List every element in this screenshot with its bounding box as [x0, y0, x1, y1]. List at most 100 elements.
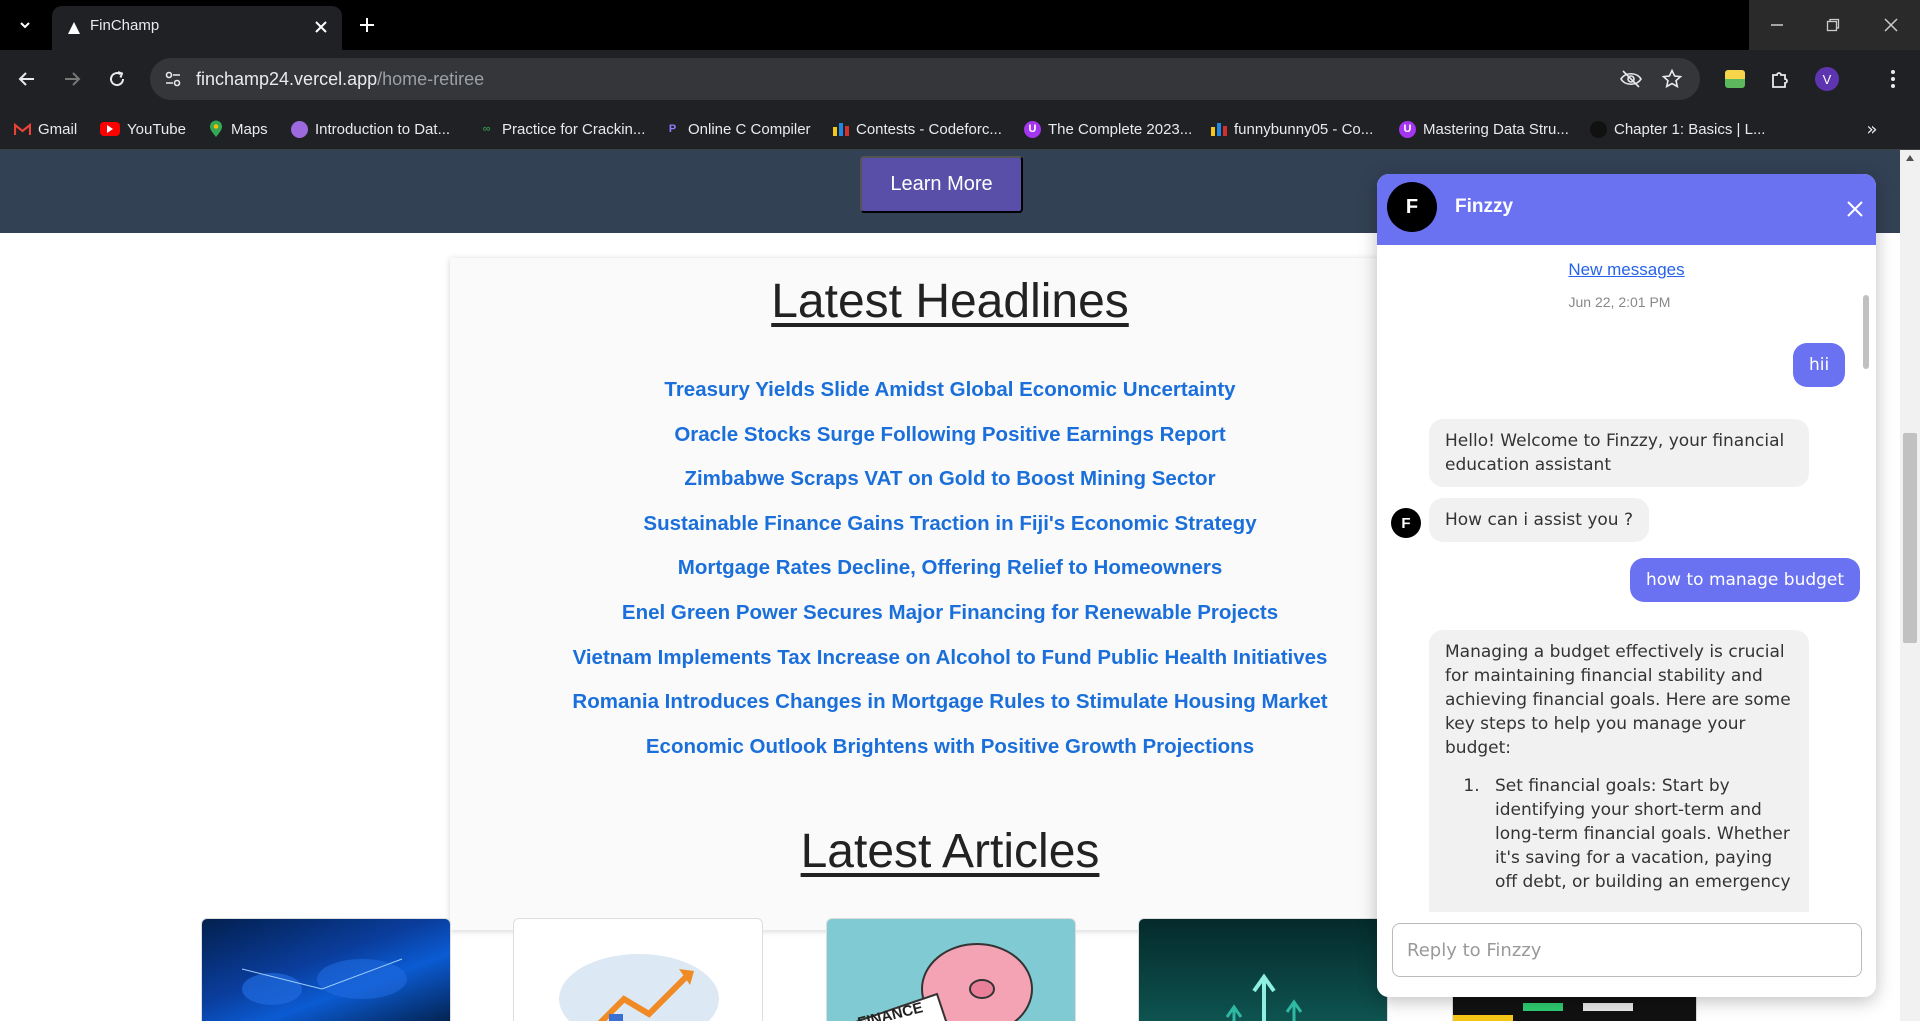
headline-link[interactable]: Mortgage Rates Decline, Offering Relief … — [450, 546, 1450, 591]
headline-link[interactable]: Vietnam Implements Tax Increase on Alcoh… — [450, 636, 1450, 681]
chat-header: F Finzzy — [1377, 174, 1876, 245]
profile-button[interactable]: V — [1810, 62, 1844, 96]
window-restore-button[interactable] — [1805, 0, 1861, 50]
double-chevron-right-icon: » — [1866, 118, 1878, 140]
window-minimize-button[interactable] — [1749, 0, 1805, 50]
headline-link[interactable]: Romania Introduces Changes in Mortgage R… — [450, 680, 1450, 725]
window-close-button[interactable] — [1861, 0, 1920, 50]
page-scrollbar[interactable] — [1900, 150, 1920, 1021]
bookmark-complete-2023[interactable]: U The Complete 2023... — [1024, 117, 1192, 141]
headline-link[interactable]: Sustainable Finance Gains Traction in Fi… — [450, 502, 1450, 547]
reload-icon — [110, 71, 125, 87]
gfg-icon: ∞ — [482, 123, 491, 135]
headline-link[interactable]: Economic Outlook Brightens with Positive… — [450, 725, 1450, 770]
close-icon — [1883, 18, 1898, 32]
bookmark-online-c-compiler[interactable]: P Online C Compiler — [664, 117, 811, 141]
bookmarks-overflow-button[interactable]: » — [1858, 117, 1886, 141]
article-card-arrows[interactable] — [1138, 918, 1388, 1021]
tab-close-icon[interactable] — [310, 16, 332, 38]
extension-app-icon — [1725, 70, 1745, 88]
bot-message: How can i assist you ? — [1429, 498, 1650, 542]
piggy-news-image — [855, 943, 1033, 1021]
headline-link[interactable]: Treasury Yields Slide Amidst Global Econ… — [450, 368, 1450, 413]
world-map-image — [241, 958, 407, 1005]
chat-widget: F Finzzy New messages Jun 22, 2:01 PM hi… — [1377, 174, 1876, 997]
chat-scroll-thumb[interactable] — [1863, 295, 1869, 369]
extensions-button[interactable] — [1763, 62, 1797, 96]
chat-footer — [1377, 912, 1876, 997]
puzzle-icon — [1772, 72, 1788, 88]
new-messages-link[interactable]: New messages — [1377, 260, 1876, 280]
article-card-finance-news[interactable]: FINANCE — [826, 918, 1076, 1021]
browser-toolbar: finchamp24.vercel.app/home-retiree V — [0, 50, 1920, 108]
headline-link[interactable]: Enel Green Power Secures Major Financing… — [450, 591, 1450, 636]
maps-icon — [207, 120, 224, 138]
new-tab-button[interactable] — [352, 10, 382, 40]
back-button[interactable] — [10, 62, 44, 96]
bookmark-intro-data[interactable]: Introduction to Dat... — [291, 117, 450, 141]
eye-off-icon[interactable] — [1618, 66, 1644, 92]
tab-search-button[interactable] — [10, 10, 40, 40]
page-scroll-thumb[interactable] — [1903, 433, 1917, 643]
address-bar[interactable]: finchamp24.vercel.app/home-retiree — [150, 58, 1700, 100]
chevron-down-icon — [20, 22, 30, 29]
tab-title: FinChamp — [90, 17, 160, 34]
bot-message-long: Managing a budget effectively is crucial… — [1429, 630, 1809, 912]
learn-more-button[interactable]: Learn More — [860, 156, 1023, 213]
forward-button[interactable] — [55, 62, 89, 96]
url-path: /home-retiree — [377, 69, 485, 89]
bookmarks-bar: Gmail YouTube Maps Introduction to Dat..… — [0, 108, 1920, 150]
bookmark-youtube[interactable]: YouTube — [100, 117, 186, 141]
bot-message-list-item: Set financial goals: Start by identifyin… — [1485, 774, 1793, 894]
bookmark-label: Contests - Codeforc... — [856, 120, 1002, 138]
chat-avatar: F — [1387, 182, 1437, 232]
bookmark-label: funnybunny05 - Co... — [1234, 120, 1374, 138]
growth-chart-image — [559, 954, 719, 1021]
bookmark-funnybunny[interactable]: funnybunny05 - Co... — [1210, 117, 1373, 141]
headline-link[interactable]: Zimbabwe Scraps VAT on Gold to Boost Min… — [450, 457, 1450, 502]
scroll-up-arrow-icon — [1906, 155, 1914, 161]
browser-tab-active[interactable]: FinChamp — [52, 6, 342, 50]
arrow-left-icon — [18, 72, 34, 86]
profile-avatar: V — [1815, 67, 1839, 91]
codeforces-icon — [832, 121, 849, 138]
headline-link[interactable]: Oracle Stocks Surge Following Positive E… — [450, 413, 1450, 458]
kebab-menu-icon — [1891, 70, 1895, 88]
udemy-icon: U — [1399, 120, 1416, 138]
reload-button[interactable] — [100, 62, 134, 96]
bookmark-contests[interactable]: Contests - Codeforc... — [832, 117, 1002, 141]
bookmark-gmail[interactable]: Gmail — [14, 117, 77, 141]
bot-message-list: Set financial goals: Start by identifyin… — [1445, 774, 1793, 894]
site-info-icon[interactable] — [160, 66, 186, 92]
bookmark-mastering-ds[interactable]: U Mastering Data Stru... — [1399, 117, 1569, 141]
plus-icon — [360, 18, 374, 32]
arrows-up-image — [1225, 973, 1303, 1021]
chat-messages[interactable]: New messages Jun 22, 2:01 PM hii Hello! … — [1377, 245, 1876, 912]
bookmark-practice[interactable]: ∞ Practice for Crackin... — [478, 117, 646, 141]
browser-tab-bar: FinChamp — [0, 0, 1920, 50]
chat-scrollbar[interactable] — [1861, 251, 1871, 851]
browser-menu-button[interactable] — [1876, 62, 1910, 96]
message-timestamp: Jun 22, 2:01 PM — [1568, 294, 1671, 310]
avatar-icon — [291, 120, 308, 138]
bookmark-label: Introduction to Dat... — [315, 120, 451, 138]
bookmark-label: Chapter 1: Basics | L... — [1614, 120, 1766, 138]
user-message: hii — [1793, 343, 1846, 387]
article-card-world-map[interactable] — [201, 918, 451, 1021]
chat-close-button[interactable] — [1844, 198, 1866, 220]
bookmark-chapter-1[interactable]: Chapter 1: Basics | L... — [1590, 117, 1765, 141]
chat-title: Finzzy — [1455, 196, 1514, 217]
bookmark-star-icon[interactable] — [1659, 66, 1685, 92]
minimize-icon — [1771, 24, 1783, 26]
programiz-icon: P — [668, 123, 677, 135]
reply-input[interactable] — [1392, 923, 1862, 977]
article-card-growth[interactable] — [513, 918, 763, 1021]
extension-button[interactable] — [1718, 62, 1752, 96]
page-icon — [1590, 120, 1607, 138]
bookmark-maps[interactable]: Maps — [207, 117, 268, 141]
bookmark-label: Practice for Crackin... — [502, 120, 646, 138]
finchamp-favicon-icon — [66, 20, 82, 36]
restore-icon — [1826, 18, 1840, 32]
stock-ticker-image — [1453, 1003, 1633, 1021]
bot-avatar: F — [1391, 508, 1421, 538]
